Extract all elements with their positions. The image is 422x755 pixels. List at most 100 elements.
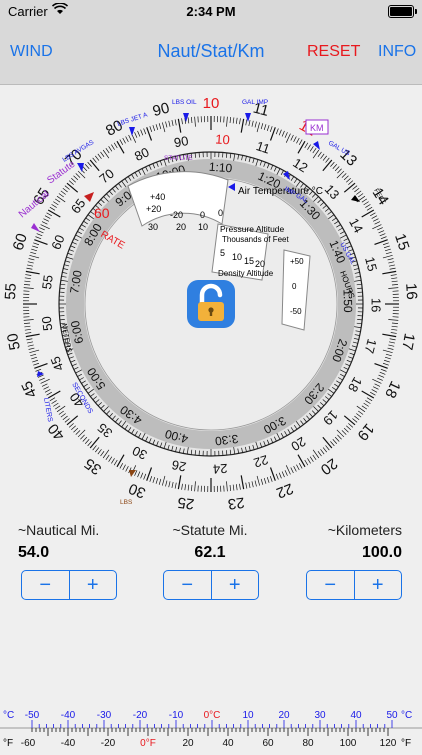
window-tick: 0 bbox=[218, 208, 223, 218]
outer-tick bbox=[298, 141, 305, 153]
outer-tick bbox=[236, 484, 237, 490]
outer-tick bbox=[333, 439, 337, 443]
outer-tick bbox=[385, 357, 391, 359]
outer-tick bbox=[261, 479, 263, 485]
outer-tick bbox=[362, 199, 367, 202]
outer-tick bbox=[24, 323, 30, 324]
window-tick: 15 bbox=[244, 256, 254, 266]
nautical-calc: ~Nautical Mi. 54.0 bbox=[18, 522, 158, 562]
statute-label: ~Statute Mi. bbox=[140, 522, 280, 538]
inner-scale-label: 50 bbox=[39, 315, 56, 331]
outer-tick bbox=[370, 392, 375, 395]
outer-tick bbox=[367, 398, 372, 401]
outer-tick bbox=[282, 472, 284, 478]
outer-tick bbox=[98, 154, 102, 159]
outer-tick bbox=[42, 222, 47, 225]
window-tick: 0 bbox=[200, 210, 205, 220]
outer-tick bbox=[61, 191, 66, 195]
outer-tick bbox=[95, 447, 99, 452]
outer-scale-label: 18 bbox=[381, 378, 403, 400]
outer-tick bbox=[29, 255, 39, 258]
nautical-minus-button[interactable]: − bbox=[22, 571, 69, 599]
outer-tick bbox=[117, 455, 124, 467]
outer-tick bbox=[166, 122, 167, 128]
outer-tick bbox=[47, 213, 52, 216]
fahrenheit-label: 20 bbox=[182, 738, 194, 749]
outer-tick bbox=[172, 482, 173, 488]
lock-button[interactable] bbox=[187, 280, 235, 328]
outer-tick bbox=[276, 474, 278, 480]
reset-button[interactable]: RESET bbox=[307, 43, 360, 61]
kilometers-stepper[interactable]: − + bbox=[306, 570, 402, 600]
inner-scale-label: 20 bbox=[288, 434, 308, 454]
outer-tick bbox=[138, 472, 140, 478]
flight-computer-dial[interactable]: 1011121314151617181920222325303540455055… bbox=[0, 84, 422, 514]
temperature-scale-svg[interactable]: °C °C °F °F -50-40-30-20-100°C1020304050… bbox=[0, 700, 422, 750]
outer-tick bbox=[26, 334, 40, 336]
pointer-arrow-icon bbox=[31, 223, 40, 232]
outer-scale-label: 20 bbox=[317, 454, 340, 478]
outer-tick bbox=[381, 237, 387, 239]
outer-tick bbox=[296, 138, 299, 143]
outer-tick bbox=[333, 164, 337, 168]
outer-tick bbox=[28, 262, 34, 263]
outer-tick bbox=[227, 117, 228, 127]
kilometers-minus-button[interactable]: − bbox=[307, 571, 354, 599]
outer-tick bbox=[362, 210, 374, 217]
inner-scale-label: 19 bbox=[320, 407, 341, 428]
window-tick: +40 bbox=[150, 192, 165, 202]
outer-tick bbox=[252, 121, 253, 127]
outer-tick bbox=[135, 132, 137, 137]
outer-tick bbox=[388, 288, 398, 289]
outer-tick bbox=[24, 288, 34, 289]
outer-tick bbox=[335, 437, 339, 441]
outer-tick bbox=[67, 416, 78, 425]
statute-stepper[interactable]: − + bbox=[163, 570, 259, 600]
inner-scale-label: 11 bbox=[254, 138, 272, 156]
outer-tick bbox=[63, 416, 68, 420]
outer-tick bbox=[48, 210, 60, 217]
outer-tick bbox=[236, 118, 237, 124]
outer-tick bbox=[45, 389, 50, 392]
outer-tick bbox=[267, 477, 269, 483]
outer-tick bbox=[106, 455, 109, 460]
outer-tick bbox=[310, 146, 313, 151]
fahrenheit-label: -60 bbox=[21, 738, 36, 749]
outer-tick bbox=[120, 463, 123, 468]
outer-tick bbox=[153, 125, 155, 131]
outer-tick bbox=[261, 123, 263, 129]
statute-mark-label: Statute bbox=[45, 159, 77, 187]
statute-plus-button[interactable]: + bbox=[211, 571, 259, 599]
outer-tick bbox=[24, 320, 34, 321]
outer-tick bbox=[344, 183, 355, 192]
rate-pointer-icon bbox=[84, 192, 94, 202]
outer-tick bbox=[323, 156, 327, 161]
outer-tick bbox=[178, 475, 180, 489]
outer-tick bbox=[365, 400, 370, 403]
info-button[interactable]: INFO bbox=[378, 43, 416, 61]
outer-tick bbox=[279, 130, 281, 136]
outer-tick bbox=[175, 483, 176, 489]
outer-tick bbox=[191, 485, 192, 491]
outer-tick bbox=[380, 234, 386, 236]
outer-tick bbox=[95, 156, 99, 161]
outer-tick bbox=[188, 117, 189, 123]
battery-icon bbox=[388, 5, 414, 18]
outer-tick bbox=[388, 262, 394, 263]
statute-label: STATUTE bbox=[164, 155, 193, 162]
kilometers-label: ~Kilometers bbox=[262, 522, 402, 538]
outer-tick bbox=[390, 339, 396, 340]
nautical-plus-button[interactable]: + bbox=[69, 571, 117, 599]
temperature-scale[interactable]: °C °C °F °F -50-40-30-20-100°C1020304050… bbox=[0, 700, 422, 750]
outer-tick bbox=[323, 437, 332, 448]
outer-tick bbox=[321, 449, 325, 454]
kilometers-plus-button[interactable]: + bbox=[354, 571, 402, 599]
nautical-stepper[interactable]: − + bbox=[21, 570, 117, 600]
outer-tick bbox=[126, 466, 129, 471]
statute-minus-button[interactable]: − bbox=[164, 571, 211, 599]
outer-tick bbox=[93, 158, 97, 163]
celsius-label: -20 bbox=[133, 710, 148, 721]
outer-scale-label: 35 bbox=[81, 454, 104, 478]
outer-tick bbox=[383, 350, 393, 353]
outer-scale-label: 40 bbox=[45, 420, 69, 444]
